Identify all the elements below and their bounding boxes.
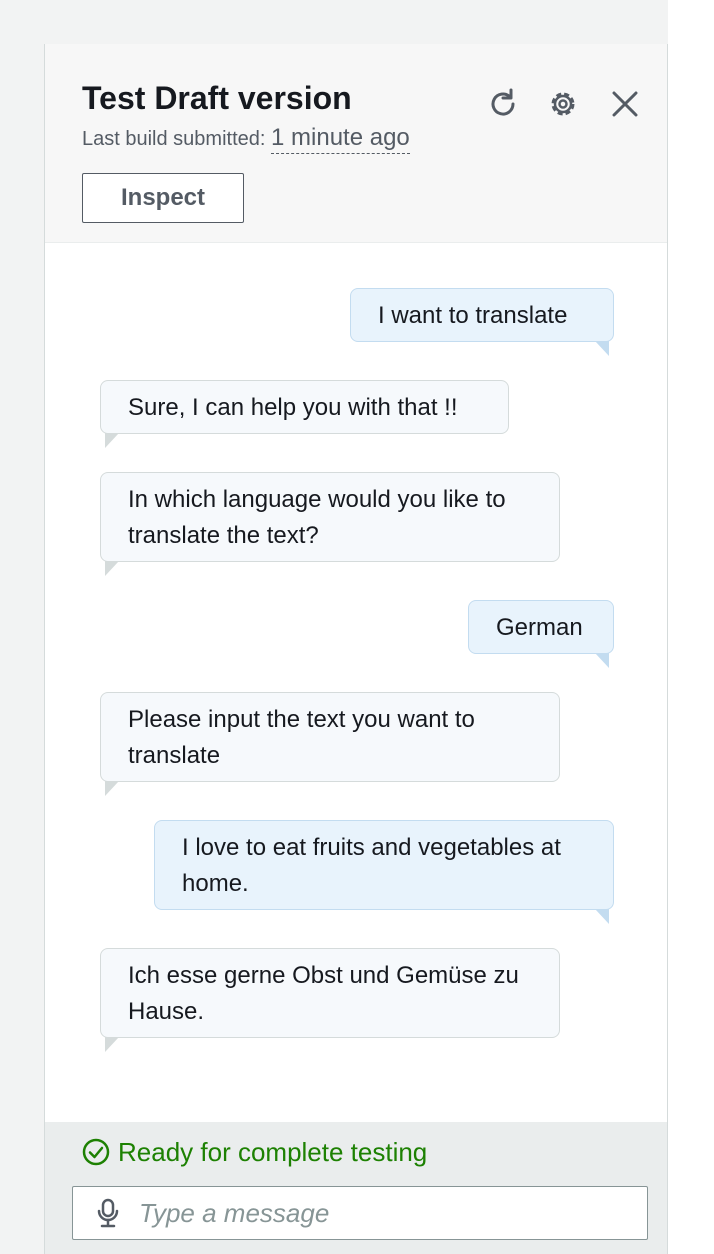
refresh-icon	[491, 88, 515, 116]
gear-icon	[551, 92, 575, 116]
test-bot-panel: Test Draft version Last build submitted:…	[44, 44, 668, 1254]
panel-footer: Ready for complete testing	[45, 1122, 667, 1254]
user-message: I love to eat fruits and vegetables at h…	[154, 820, 614, 924]
microphone-icon	[97, 1198, 119, 1228]
ready-status-text: Ready for complete testing	[118, 1136, 428, 1167]
page-background-strip	[668, 0, 714, 1254]
build-status-label: Last build submitted:	[82, 128, 266, 150]
page-title: Test Draft version	[82, 80, 352, 116]
bot-message: Please input the text you want to transl…	[100, 692, 560, 796]
bot-message: In which language would you like to tran…	[100, 472, 560, 576]
bot-message: Sure, I can help you with that !!	[100, 380, 509, 448]
user-message: I want to translate	[350, 288, 614, 356]
inspect-button[interactable]: Inspect	[82, 173, 244, 223]
ready-status: Ready for complete testing	[82, 1134, 427, 1170]
close-button[interactable]	[607, 86, 643, 122]
close-icon	[612, 91, 638, 117]
message-input-box[interactable]	[72, 1186, 648, 1240]
message-input[interactable]	[137, 1196, 647, 1230]
panel-header: Test Draft version Last build submitted:…	[45, 44, 667, 243]
build-status: Last build submitted: 1 minute ago	[82, 124, 410, 154]
build-time[interactable]: 1 minute ago	[271, 124, 410, 154]
user-message: German	[468, 600, 614, 668]
check-circle-icon	[82, 1138, 110, 1166]
refresh-button[interactable]	[485, 86, 521, 122]
microphone-button[interactable]	[93, 1198, 123, 1228]
settings-button[interactable]	[545, 86, 581, 122]
bot-message: Ich esse gerne Obst und Gemüse zu Hause.	[100, 948, 560, 1052]
